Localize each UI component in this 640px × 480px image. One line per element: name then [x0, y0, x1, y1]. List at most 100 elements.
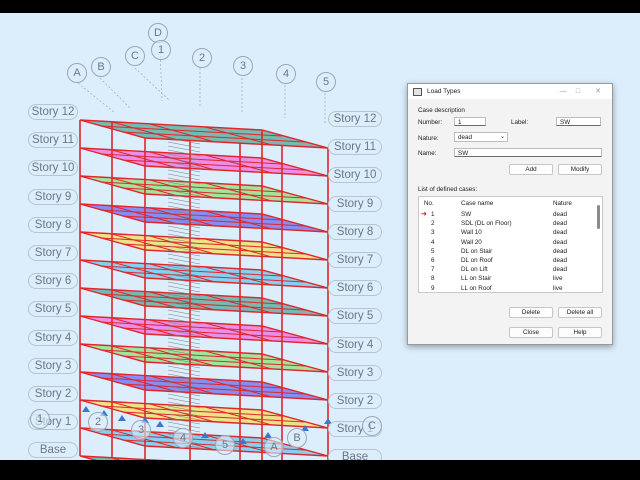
- case-nature: dead: [553, 266, 568, 274]
- grid-bubble-top: 4: [276, 64, 296, 84]
- case-number: 7: [431, 266, 435, 274]
- case-number: 3: [431, 229, 435, 237]
- floor-level: [79, 119, 329, 149]
- help-button[interactable]: Help: [558, 327, 602, 338]
- floor-level: [79, 231, 329, 261]
- column-header-nature: Nature: [553, 200, 572, 207]
- list-item[interactable]: 4 Wall 20 dead: [419, 238, 595, 247]
- load-types-dialog: Load Types — □ ✕ Case description Number…: [407, 83, 613, 345]
- list-item[interactable]: 2 SDL (DL on Floor) dead: [419, 219, 595, 228]
- case-number: 2: [431, 220, 435, 228]
- cases-list[interactable]: No. Case name Nature ➔ 1 SW dead 2 SDL (DL on…: [418, 196, 603, 293]
- add-button[interactable]: Add: [509, 164, 553, 175]
- list-item[interactable]: 5 DL on Stair dead: [419, 247, 595, 256]
- label-field[interactable]: SW: [556, 117, 601, 126]
- story-label-left: Story 5: [28, 301, 78, 318]
- grid-bubble-bottom: 3: [131, 420, 151, 440]
- story-label-right: Base: [328, 449, 382, 460]
- case-nature: dead: [553, 220, 568, 228]
- case-number: 5: [431, 247, 435, 255]
- case-nature: live: [553, 284, 563, 292]
- grid-bubble-bottom: C: [362, 416, 382, 436]
- case-name: LL on Roof: [461, 284, 492, 292]
- case-nature: dead: [553, 211, 568, 218]
- column-header-case-name: Case name: [461, 200, 494, 207]
- nature-select[interactable]: dead ⌄: [454, 132, 508, 142]
- floor-level: [79, 259, 329, 289]
- case-nature: live: [553, 275, 563, 283]
- nature-value: dead: [458, 134, 473, 141]
- close-button[interactable]: Close: [509, 327, 553, 338]
- number-label: Number:: [418, 119, 443, 126]
- story-label-left: Story 2: [28, 386, 78, 402]
- floor-level: [79, 287, 329, 317]
- list-item[interactable]: 8 LL on Stair live: [419, 274, 595, 283]
- grid-bubble-bottom: 1: [30, 409, 50, 429]
- floor-level: [79, 343, 329, 373]
- list-item[interactable]: 6 DL on Roof dead: [419, 256, 595, 265]
- story-label-left: Base: [28, 442, 78, 459]
- case-name: DL on Lift: [461, 266, 488, 274]
- list-scrollbar[interactable]: [597, 205, 600, 229]
- case-name: SDL (DL on Floor): [461, 220, 512, 228]
- floor-level: [79, 455, 166, 460]
- story-label-left: Story 9: [28, 188, 78, 205]
- modify-button[interactable]: Modify: [558, 164, 602, 175]
- list-item[interactable]: ➔ 1 SW dead: [419, 210, 595, 219]
- screen: Story 12 Story 11 Story 10 Story 9 Story 8 St…: [0, 0, 640, 480]
- story-label-right: Story 7: [328, 252, 382, 268]
- grid-bubble-top: C: [125, 46, 145, 66]
- case-description-title: Case description: [418, 107, 465, 114]
- case-number: 8: [431, 275, 435, 283]
- case-nature: dead: [553, 229, 568, 237]
- chevron-down-icon: ⌄: [499, 134, 505, 140]
- case-name: SW: [461, 211, 472, 218]
- floor-level: [79, 203, 329, 233]
- story-label-left: Story 8: [28, 216, 78, 233]
- selected-arrow-icon: ➔: [421, 211, 427, 218]
- floor-level: [79, 371, 329, 401]
- story-label-right: Story 4: [328, 336, 382, 353]
- maximize-icon[interactable]: □: [571, 84, 585, 99]
- case-number: 6: [431, 257, 435, 264]
- grid-bubble-top: A: [67, 63, 87, 83]
- case-name: DL on Roof: [461, 257, 493, 264]
- number-field[interactable]: 1: [454, 117, 486, 126]
- case-nature: dead: [553, 238, 568, 246]
- close-window-icon[interactable]: ✕: [591, 84, 605, 99]
- story-label-right: Story 6: [328, 280, 382, 297]
- grid-bubble-bottom: 4: [173, 428, 193, 448]
- story-label-left: Story 12: [28, 104, 78, 120]
- list-item[interactable]: 9 LL on Roof live: [419, 284, 595, 292]
- case-number: 1: [431, 211, 435, 218]
- name-field[interactable]: SW: [454, 148, 602, 157]
- grid-bubble-top: 3: [233, 56, 253, 76]
- delete-button[interactable]: Delete: [509, 307, 553, 318]
- list-item[interactable]: 3 Wall 10 dead: [419, 228, 595, 237]
- story-label-right: Story 8: [328, 223, 382, 240]
- name-label: Name:: [418, 150, 437, 157]
- delete-all-button[interactable]: Delete all: [558, 307, 602, 318]
- list-item[interactable]: 7 DL on Lift dead: [419, 265, 595, 274]
- story-label-left: Story 4: [28, 329, 78, 346]
- list-title: List of defined cases:: [418, 186, 478, 193]
- dialog-title: Load Types: [427, 88, 461, 95]
- dialog-titlebar[interactable]: Load Types — □ ✕: [408, 84, 612, 99]
- story-label-left: Story 11: [28, 132, 78, 149]
- case-name: Wall 10: [461, 229, 482, 237]
- floor-level: [79, 399, 329, 429]
- app-icon: [413, 87, 422, 96]
- story-label-left: Story 7: [28, 245, 78, 261]
- story-label-right: Story 5: [328, 308, 382, 325]
- story-label-right: Story 11: [328, 139, 382, 156]
- grid-bubble-bottom: B: [287, 428, 307, 448]
- floor-level: [79, 175, 329, 205]
- case-number: 9: [431, 284, 435, 292]
- case-name: DL on Stair: [461, 247, 493, 255]
- story-label-right: Story 12: [328, 111, 382, 127]
- story-label-right: Story 2: [328, 393, 382, 409]
- floor-level: [79, 147, 329, 177]
- floor-level: [79, 315, 329, 345]
- minimize-icon[interactable]: —: [556, 84, 570, 99]
- column-header-no: No.: [424, 200, 434, 207]
